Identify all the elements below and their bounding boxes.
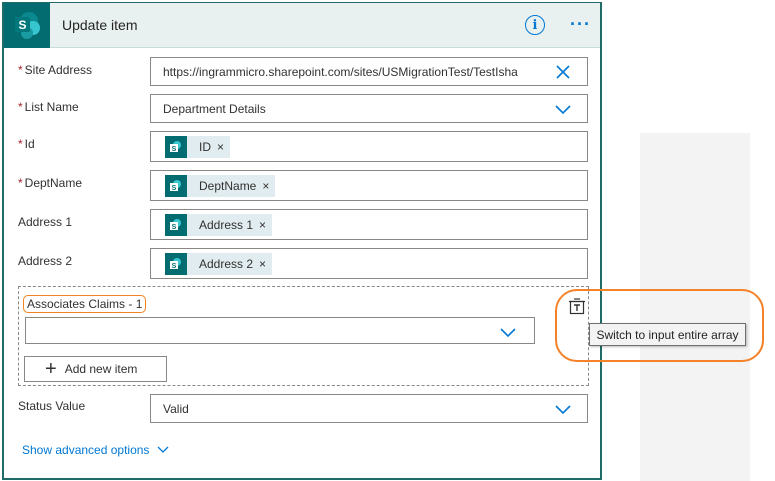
chevron-down-icon [157,446,169,453]
deptname-token[interactable]: S DeptName × [165,174,276,197]
id-token[interactable]: S ID × [165,135,231,158]
token-label: Address 2 [199,256,254,271]
address2-token[interactable]: S Address 2 × [165,252,273,275]
list-name-dropdown[interactable]: Department Details [150,94,588,123]
token-label: DeptName [199,178,257,193]
add-new-item-button[interactable]: + Add new item [24,356,167,382]
remove-token-icon[interactable]: × [262,179,269,193]
sharepoint-icon: S [15,12,40,39]
required-marker: * [18,63,23,77]
deptname-field[interactable]: S DeptName × [150,170,588,201]
required-marker: * [18,100,23,114]
list-name-label-text: List Name [24,100,79,114]
remove-token-icon[interactable]: × [217,140,224,154]
address2-label: Address 2 [18,254,73,268]
svg-text:S: S [172,263,177,270]
plus-icon: + [45,358,57,380]
address1-label: Address 1 [18,215,73,229]
switch-array-tooltip: Switch to input entire array [589,323,746,346]
more-options-icon[interactable]: ··· [570,15,591,33]
sharepoint-icon: S [165,174,187,197]
token-label: ID [199,139,211,154]
site-address-field[interactable]: https://ingrammicro.sharepoint.com/sites… [150,57,588,86]
associates-claims-dropdown[interactable] [25,317,535,344]
card-title: Update item [62,17,138,33]
update-item-card: S Update item i ··· * Site Address https:… [2,2,602,480]
id-label-text: Id [24,137,35,151]
deptname-label-text: DeptName [24,176,83,190]
chevron-down-icon[interactable] [500,324,516,340]
sharepoint-icon: S [165,135,187,158]
clear-icon[interactable] [555,64,571,80]
status-value-value: Valid [163,401,189,416]
remove-token-icon[interactable]: × [259,218,266,232]
logo-letter: S [18,18,26,32]
sharepoint-logo: S [4,2,50,48]
list-name-value: Department Details [163,101,266,116]
status-value-label: Status Value [18,399,86,413]
associates-claims-label: Associates Claims - 1 [23,295,147,313]
token-label: Address 1 [199,217,254,232]
address2-field[interactable]: S Address 2 × [150,248,588,279]
chevron-down-icon[interactable] [555,401,571,417]
associates-claims-array: Associates Claims - 1 + Add new item [18,286,589,386]
info-icon[interactable]: i [525,15,545,35]
add-new-item-label: Add new item [64,362,138,376]
site-address-label: * Site Address [18,63,92,77]
show-advanced-options-link[interactable]: Show advanced options [22,443,169,457]
site-address-label-text: Site Address [24,63,93,77]
id-label: * Id [18,137,35,151]
svg-text:S: S [172,146,177,153]
site-address-value: https://ingrammicro.sharepoint.com/sites… [163,64,518,79]
id-field[interactable]: S ID × [150,131,588,162]
show-advanced-options-label: Show advanced options [22,443,150,457]
list-name-label: * List Name [18,100,79,114]
address1-token[interactable]: S Address 1 × [165,213,273,236]
remove-token-icon[interactable]: × [259,257,266,271]
required-marker: * [18,176,23,190]
required-marker: * [18,137,23,151]
card-header[interactable]: S Update item i ··· [4,2,600,48]
svg-text:S: S [172,185,177,192]
chevron-down-icon[interactable] [555,101,571,117]
deptname-label: * DeptName [18,176,82,190]
status-value-dropdown[interactable]: Valid [150,394,588,423]
sharepoint-icon: S [165,213,187,236]
sharepoint-icon: S [165,252,187,275]
address1-field[interactable]: S Address 1 × [150,209,588,240]
svg-text:S: S [172,224,177,231]
